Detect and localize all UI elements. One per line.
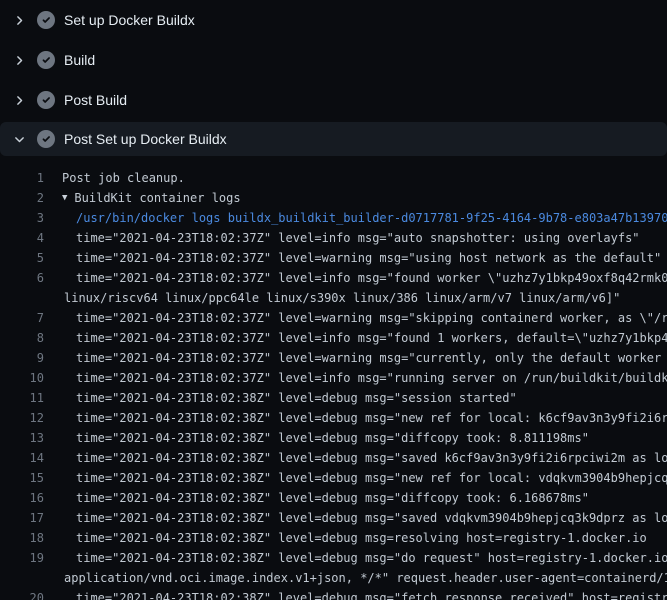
- log-text: time="2021-04-23T18:02:38Z" level=debug …: [44, 588, 667, 600]
- step-row-set-up-docker-buildx[interactable]: Set up Docker Buildx: [0, 0, 667, 40]
- line-number[interactable]: 8: [0, 328, 44, 348]
- log-line: 17time="2021-04-23T18:02:38Z" level=debu…: [0, 508, 667, 528]
- step-label: Post Build: [64, 90, 127, 110]
- chevron-down-icon: [12, 132, 26, 146]
- check-circle-icon: [37, 11, 55, 29]
- log-text: /usr/bin/docker logs buildx_buildkit_bui…: [44, 208, 667, 228]
- step-row-post-build[interactable]: Post Build: [0, 80, 667, 120]
- log-line: 3/usr/bin/docker logs buildx_buildkit_bu…: [0, 208, 667, 228]
- log-text: time="2021-04-23T18:02:37Z" level=warnin…: [44, 308, 667, 328]
- line-number[interactable]: 16: [0, 488, 44, 508]
- log-line: application/vnd.oci.image.index.v1+json,…: [0, 568, 667, 588]
- log-text: time="2021-04-23T18:02:37Z" level=info m…: [44, 228, 640, 248]
- step-label: Build: [64, 50, 95, 70]
- line-number[interactable]: 2: [0, 188, 44, 208]
- line-number[interactable]: 20: [0, 588, 44, 600]
- line-number[interactable]: 5: [0, 248, 44, 268]
- log-text: time="2021-04-23T18:02:38Z" level=debug …: [44, 548, 667, 568]
- log-line: 4time="2021-04-23T18:02:37Z" level=info …: [0, 228, 667, 248]
- line-number[interactable]: 1: [0, 168, 44, 188]
- log-text: time="2021-04-23T18:02:38Z" level=debug …: [44, 528, 647, 548]
- log-group-header: ▼ BuildKit container logs: [44, 188, 241, 208]
- log-line: 15time="2021-04-23T18:02:38Z" level=debu…: [0, 468, 667, 488]
- log-line: 19time="2021-04-23T18:02:38Z" level=debu…: [0, 548, 667, 568]
- check-circle-icon: [37, 51, 55, 69]
- line-number[interactable]: 14: [0, 448, 44, 468]
- log-line: 14time="2021-04-23T18:02:38Z" level=debu…: [0, 448, 667, 468]
- line-number[interactable]: 19: [0, 548, 44, 568]
- log-line: 7time="2021-04-23T18:02:37Z" level=warni…: [0, 308, 667, 328]
- log-text: time="2021-04-23T18:02:37Z" level=warnin…: [44, 348, 667, 368]
- log-line: 1Post job cleanup.: [0, 168, 667, 188]
- line-number[interactable]: 11: [0, 388, 44, 408]
- line-number[interactable]: 9: [0, 348, 44, 368]
- line-number[interactable]: 15: [0, 468, 44, 488]
- log-line: 10time="2021-04-23T18:02:37Z" level=info…: [0, 368, 667, 388]
- step-label: Post Set up Docker Buildx: [64, 129, 227, 149]
- log-text: application/vnd.oci.image.index.v1+json,…: [44, 568, 667, 588]
- log-text: Post job cleanup.: [44, 168, 185, 188]
- log-text: BuildKit container logs: [74, 188, 240, 208]
- log-line: 6time="2021-04-23T18:02:37Z" level=info …: [0, 268, 667, 288]
- log-text: time="2021-04-23T18:02:38Z" level=debug …: [44, 388, 517, 408]
- log-line: 18time="2021-04-23T18:02:38Z" level=debu…: [0, 528, 667, 548]
- chevron-right-icon: [12, 13, 26, 27]
- step-row-build[interactable]: Build: [0, 40, 667, 80]
- log-line: 11time="2021-04-23T18:02:38Z" level=debu…: [0, 388, 667, 408]
- workflow-log-viewer: Set up Docker Buildx Build Post Build Post …: [0, 0, 667, 600]
- step-list: Set up Docker Buildx Build Post Build Post …: [0, 0, 667, 156]
- check-circle-icon: [37, 91, 55, 109]
- line-number[interactable]: 17: [0, 508, 44, 528]
- log-text: time="2021-04-23T18:02:38Z" level=debug …: [44, 448, 667, 468]
- line-number[interactable]: 4: [0, 228, 44, 248]
- log-line: 2 ▼ BuildKit container logs: [0, 188, 667, 208]
- line-number[interactable]: 3: [0, 208, 44, 228]
- log-line: 13time="2021-04-23T18:02:38Z" level=debu…: [0, 428, 667, 448]
- log-text: time="2021-04-23T18:02:38Z" level=debug …: [44, 468, 667, 488]
- log-line: 5time="2021-04-23T18:02:37Z" level=warni…: [0, 248, 667, 268]
- log-line: 9time="2021-04-23T18:02:37Z" level=warni…: [0, 348, 667, 368]
- step-row-post-set-up-docker-buildx[interactable]: Post Set up Docker Buildx: [0, 122, 667, 156]
- log-text: time="2021-04-23T18:02:37Z" level=warnin…: [44, 248, 661, 268]
- log-area: 1Post job cleanup.2 ▼ BuildKit container l…: [0, 156, 667, 600]
- log-text: time="2021-04-23T18:02:38Z" level=debug …: [44, 488, 589, 508]
- line-number[interactable]: 7: [0, 308, 44, 328]
- log-text: time="2021-04-23T18:02:38Z" level=debug …: [44, 508, 667, 528]
- log-text: time="2021-04-23T18:02:37Z" level=info m…: [44, 268, 667, 288]
- chevron-right-icon: [12, 53, 26, 67]
- log-text: time="2021-04-23T18:02:38Z" level=debug …: [44, 408, 667, 428]
- check-circle-icon: [37, 130, 55, 148]
- log-line: 12time="2021-04-23T18:02:38Z" level=debu…: [0, 408, 667, 428]
- line-number[interactable]: 10: [0, 368, 44, 388]
- log-text: time="2021-04-23T18:02:37Z" level=info m…: [44, 368, 667, 388]
- triangle-down-icon[interactable]: ▼: [62, 188, 67, 208]
- line-number[interactable]: 13: [0, 428, 44, 448]
- log-line: 8time="2021-04-23T18:02:37Z" level=info …: [0, 328, 667, 348]
- line-number[interactable]: 6: [0, 268, 44, 288]
- log-lines: 1Post job cleanup.2 ▼ BuildKit container l…: [0, 168, 667, 600]
- log-line: 20time="2021-04-23T18:02:38Z" level=debu…: [0, 588, 667, 600]
- log-line: 16time="2021-04-23T18:02:38Z" level=debu…: [0, 488, 667, 508]
- chevron-right-icon: [12, 93, 26, 107]
- line-number[interactable]: 12: [0, 408, 44, 428]
- log-text: time="2021-04-23T18:02:37Z" level=info m…: [44, 328, 667, 348]
- log-text: linux/riscv64 linux/ppc64le linux/s390x …: [44, 288, 620, 308]
- line-number[interactable]: 18: [0, 528, 44, 548]
- log-line: linux/riscv64 linux/ppc64le linux/s390x …: [0, 288, 667, 308]
- step-label: Set up Docker Buildx: [64, 10, 195, 30]
- log-text: time="2021-04-23T18:02:38Z" level=debug …: [44, 428, 589, 448]
